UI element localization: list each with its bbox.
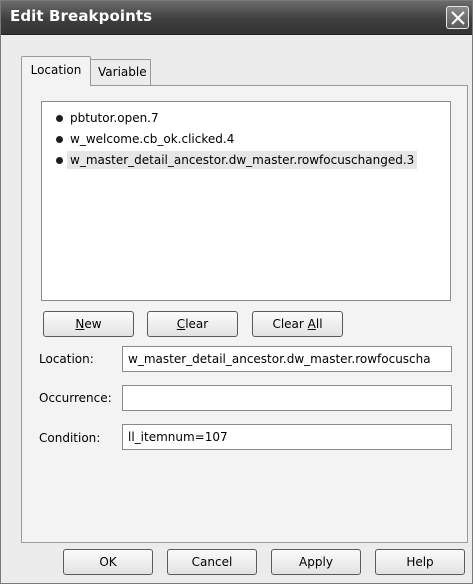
clear-all-button-label: ll xyxy=(315,317,323,331)
tab-location[interactable]: Location xyxy=(21,56,91,86)
breakpoint-bullet-icon xyxy=(56,157,63,164)
breakpoint-bullet-icon xyxy=(56,136,63,143)
window-title: Edit Breakpoints xyxy=(10,7,153,25)
clear-all-button[interactable]: Clear All xyxy=(252,311,343,337)
tab-location-label: Location xyxy=(30,63,82,77)
title-bar: Edit Breakpoints xyxy=(1,1,472,35)
location-field[interactable]: w_master_detail_ancestor.dw_master.rowfo… xyxy=(122,346,452,372)
apply-button-label: Apply xyxy=(299,555,333,569)
list-item-selected[interactable]: w_master_detail_ancestor.dw_master.rowfo… xyxy=(42,150,450,171)
clear-button-mnemonic: C xyxy=(176,317,186,331)
apply-button[interactable]: Apply xyxy=(271,549,361,575)
clear-button-label: lear xyxy=(185,317,209,331)
list-item[interactable]: pbtutor.open.7 xyxy=(42,108,450,129)
list-item[interactable]: w_welcome.cb_ok.clicked.4 xyxy=(42,129,450,150)
condition-value: ll_itemnum=107 xyxy=(128,430,228,444)
help-button[interactable]: Help xyxy=(375,549,465,575)
clear-all-button-mnemonic: A xyxy=(307,317,316,331)
breakpoint-label: pbtutor.open.7 xyxy=(70,111,159,125)
close-icon xyxy=(451,11,465,25)
edit-breakpoints-dialog: Edit Breakpoints Location Variable pbtut… xyxy=(0,0,473,584)
tab-variable[interactable]: Variable xyxy=(91,59,151,85)
ok-button-label: OK xyxy=(99,555,117,569)
condition-field[interactable]: ll_itemnum=107 xyxy=(122,424,452,450)
new-button-label: ew xyxy=(84,317,102,331)
cancel-button[interactable]: Cancel xyxy=(167,549,257,575)
location-value: w_master_detail_ancestor.dw_master.rowfo… xyxy=(128,352,431,366)
occurrence-field[interactable] xyxy=(122,385,452,411)
clear-button[interactable]: Clear xyxy=(147,311,238,337)
breakpoint-list[interactable]: pbtutor.open.7 w_welcome.cb_ok.clicked.4… xyxy=(41,101,451,301)
tab-variable-label: Variable xyxy=(98,65,147,79)
breakpoint-label: w_welcome.cb_ok.clicked.4 xyxy=(70,132,235,146)
breakpoint-label: w_master_detail_ancestor.dw_master.rowfo… xyxy=(67,151,418,169)
cancel-button-label: Cancel xyxy=(191,555,233,569)
help-button-label: Help xyxy=(406,555,434,569)
location-label: Location: xyxy=(39,352,94,366)
close-button[interactable] xyxy=(446,6,469,29)
breakpoint-bullet-icon xyxy=(56,115,63,122)
clear-all-button-prefix: Clear xyxy=(272,317,308,331)
ok-button[interactable]: OK xyxy=(63,549,153,575)
occurrence-label: Occurrence: xyxy=(39,391,112,405)
location-tab-panel: pbtutor.open.7 w_welcome.cb_ok.clicked.4… xyxy=(21,85,468,543)
new-button[interactable]: New xyxy=(43,311,134,337)
condition-label: Condition: xyxy=(39,431,101,445)
